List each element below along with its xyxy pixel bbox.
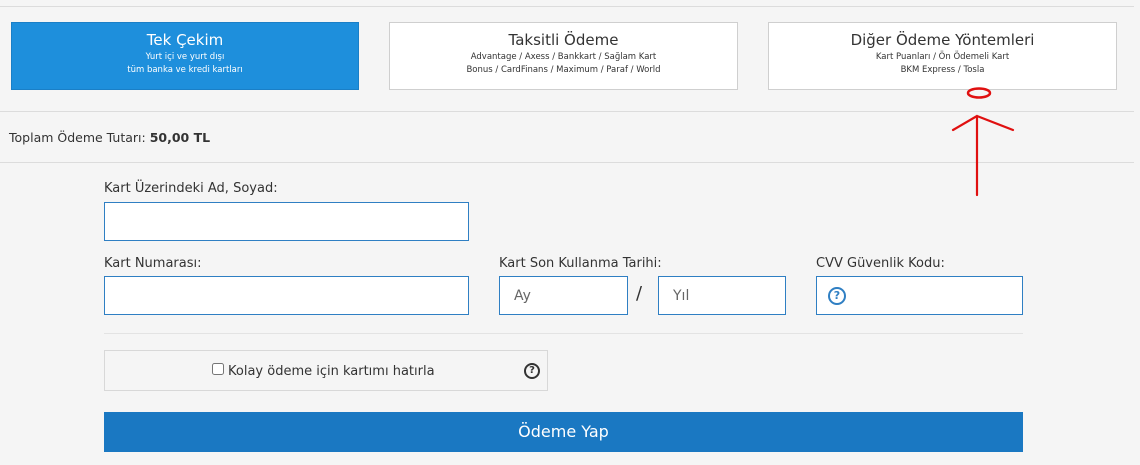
tab-single-payment-title: Tek Çekim <box>146 31 224 49</box>
annotation-arrow-icon <box>951 87 1015 197</box>
remember-card-checkbox[interactable] <box>212 363 224 375</box>
annotation-circle <box>966 87 992 99</box>
tab-installment-payment[interactable]: Taksitli Ödeme Advantage / Axess / Bankk… <box>389 22 738 90</box>
cvv-input[interactable] <box>816 276 1023 315</box>
tab-single-payment[interactable]: Tek Çekim Yurt içi ve yurt dışı tüm bank… <box>11 22 359 90</box>
tab-other-title: Diğer Ödeme Yöntemleri <box>850 31 1035 49</box>
cardholder-name-input[interactable] <box>104 202 469 241</box>
expiry-year-input[interactable] <box>658 276 786 315</box>
total-label: Toplam Ödeme Tutarı: <box>9 130 146 145</box>
expiry-separator: / <box>636 283 643 304</box>
tab-installment-desc-2: Bonus / CardFinans / Maximum / Paraf / W… <box>466 65 661 75</box>
card-number-label: Kart Numarası: <box>104 256 202 271</box>
remember-card-box: Kolay ödeme için kartımı hatırla ? <box>104 350 548 391</box>
tab-other-desc-1: Kart Puanları / Ön Ödemeli Kart <box>875 52 1010 62</box>
cvv-help-icon[interactable]: ? <box>828 287 846 305</box>
annotation-arrow <box>951 114 1015 197</box>
tab-installment-desc-1: Advantage / Axess / Bankkart / Sağlam Ka… <box>470 52 657 62</box>
total-amount-value: 50,00 TL <box>149 130 211 145</box>
cardholder-name-label: Kart Üzerindeki Ad, Soyad: <box>104 181 278 196</box>
pay-button[interactable]: Ödeme Yap <box>104 412 1023 452</box>
card-number-input[interactable] <box>104 276 469 315</box>
remember-help-icon[interactable]: ? <box>524 363 540 379</box>
form-divider <box>104 333 1023 334</box>
total-amount-row: Toplam Ödeme Tutarı: 50,00 TL <box>9 130 210 145</box>
expiry-date-label: Kart Son Kullanma Tarihi: <box>499 256 662 271</box>
tab-single-payment-desc-2: tüm banka ve kredi kartları <box>127 65 243 75</box>
tab-single-payment-desc-1: Yurt içi ve yurt dışı <box>145 52 225 62</box>
cvv-label: CVV Güvenlik Kodu: <box>816 256 945 271</box>
expiry-month-input[interactable] <box>499 276 628 315</box>
tab-installment-title: Taksitli Ödeme <box>508 31 619 49</box>
tab-other-desc-2: BKM Express / Tosla <box>900 65 985 75</box>
top-divider <box>0 6 1134 7</box>
remember-card-label[interactable]: Kolay ödeme için kartımı hatırla <box>228 364 435 379</box>
